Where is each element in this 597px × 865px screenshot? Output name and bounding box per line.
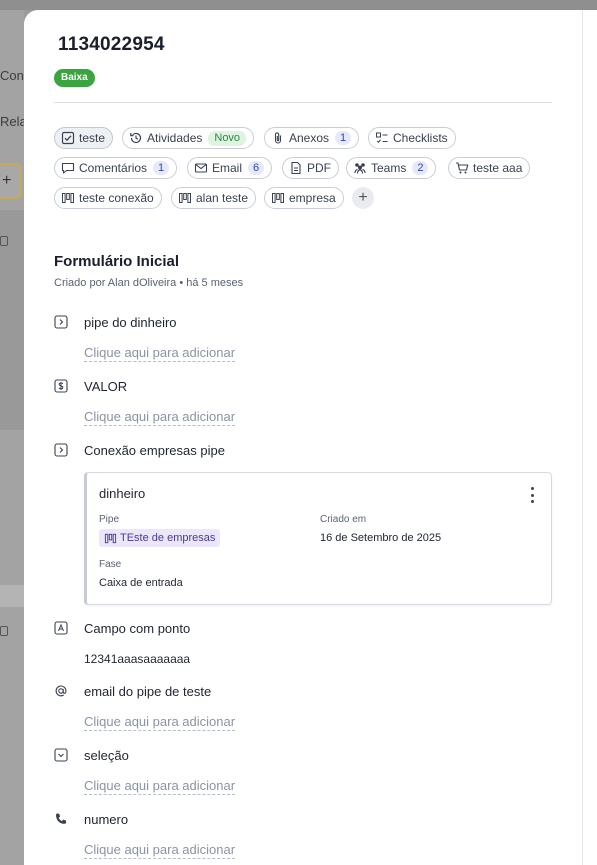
- chip-label: Email: [212, 161, 243, 175]
- background-icon: [0, 236, 8, 246]
- chip-label: PDF: [307, 161, 331, 175]
- checkbox-icon: [61, 131, 75, 145]
- connection-icon: [54, 315, 68, 329]
- chip-label: teste: [79, 131, 106, 145]
- field-label: pipe do dinheiro: [84, 315, 177, 330]
- chip-label: Atividades: [147, 131, 203, 145]
- field-label: VALOR: [84, 379, 128, 394]
- pipe-icon: [104, 533, 117, 543]
- chip-comentarios[interactable]: Comentários 1: [54, 157, 178, 179]
- field-value[interactable]: 12341aaasaaaaaaa: [84, 652, 190, 666]
- history-icon: [129, 131, 143, 145]
- chip-teste-aaa[interactable]: teste aaa: [448, 157, 531, 179]
- chip-label: Checklists: [393, 131, 448, 145]
- priority-badge[interactable]: Baixa: [54, 69, 95, 87]
- text-field-icon: [54, 621, 68, 635]
- chip-checklists[interactable]: Checklists: [368, 127, 456, 149]
- add-value-link[interactable]: Clique aqui para adicionar: [84, 409, 236, 426]
- background-icon: [0, 626, 8, 636]
- connection-icon: [54, 443, 68, 457]
- form-title: Formulário Inicial: [54, 253, 180, 270]
- plus-icon: +: [358, 189, 368, 206]
- background-row: [0, 585, 24, 607]
- chip-anexos[interactable]: Anexos 1: [264, 127, 360, 149]
- add-app-button[interactable]: +: [352, 187, 374, 209]
- pipe-icon: [61, 191, 75, 205]
- phase-value: Caixa de entrada: [99, 577, 183, 589]
- chip-label: Teams: [371, 161, 407, 175]
- field-label: Campo com ponto: [84, 621, 191, 636]
- chip-teste-conexao[interactable]: teste conexão: [54, 187, 162, 209]
- chip-label: Anexos: [289, 131, 330, 145]
- count-badge: 2: [412, 161, 429, 175]
- chip-teams[interactable]: Teams 2: [346, 157, 437, 179]
- comment-icon: [61, 161, 75, 175]
- email-icon: [194, 161, 208, 175]
- created-value: 16 de Setembro de 2025: [320, 532, 442, 544]
- form-meta: Criado por Alan dOliveira • há 5 meses: [54, 277, 244, 289]
- created-label: Criado em: [320, 514, 367, 525]
- add-value-link[interactable]: Clique aqui para adicionar: [84, 714, 236, 731]
- card-title[interactable]: 1134022954: [58, 34, 165, 56]
- background-tab-fragment: Rela: [0, 114, 24, 129]
- field-label: Conexão empresas pipe: [84, 443, 225, 458]
- currency-icon: [54, 379, 68, 393]
- pipe-icon: [178, 191, 192, 205]
- count-badge: 1: [153, 161, 170, 175]
- paperclip-icon: [271, 131, 285, 145]
- background-tab-fragment: Cone: [0, 68, 24, 83]
- connected-card-title[interactable]: dinheiro: [99, 486, 145, 501]
- chip-pdf[interactable]: PDF: [282, 157, 339, 179]
- count-badge: 6: [248, 161, 265, 175]
- card-modal: 1134022954 Baixa teste Atividades Novo A…: [24, 10, 582, 865]
- at-icon: [54, 684, 68, 698]
- chip-alan-teste[interactable]: alan teste: [171, 187, 257, 209]
- chip-label: teste conexão: [79, 191, 154, 205]
- field-label: email do pipe de teste: [84, 684, 212, 699]
- select-icon: [54, 748, 68, 762]
- chip-label: empresa: [289, 191, 336, 205]
- side-panel-edge: [582, 10, 597, 865]
- phase-label: Fase: [99, 559, 122, 570]
- chip-empresa[interactable]: empresa: [264, 187, 344, 209]
- phone-icon: [54, 812, 68, 826]
- chip-email[interactable]: Email 6: [187, 157, 273, 179]
- chip-teste[interactable]: teste: [54, 127, 114, 149]
- cart-icon: [455, 161, 469, 175]
- background-left-panel: Cone Rela +: [0, 10, 24, 865]
- new-badge: Novo: [208, 130, 247, 146]
- add-value-link[interactable]: Clique aqui para adicionar: [84, 778, 236, 795]
- divider: [54, 102, 552, 103]
- connected-card[interactable]: dinheiro Pipe TEste de empresas Criado e…: [84, 472, 552, 605]
- field-label: seleção: [84, 748, 129, 763]
- pipe-label: Pipe: [99, 514, 120, 525]
- chip-label: teste aaa: [473, 161, 523, 175]
- add-value-link[interactable]: Clique aqui para adicionar: [84, 345, 236, 362]
- pipe-icon: [271, 191, 285, 205]
- checklist-icon: [375, 131, 389, 145]
- background-top-bar: [0, 0, 597, 10]
- field-label: numero: [84, 812, 129, 827]
- pdf-icon: [289, 161, 303, 175]
- count-badge: 1: [335, 131, 352, 145]
- chip-label: alan teste: [196, 191, 249, 205]
- chip-label: Comentários: [79, 161, 148, 175]
- kebab-menu-icon[interactable]: [529, 487, 535, 503]
- background-add-button: +: [0, 163, 22, 199]
- teams-icon: [353, 161, 367, 175]
- chip-atividades[interactable]: Atividades Novo: [122, 127, 255, 149]
- add-value-link[interactable]: Clique aqui para adicionar: [84, 842, 236, 859]
- pipe-tag[interactable]: TEste de empresas: [99, 529, 221, 547]
- pipe-name: TEste de empresas: [120, 532, 216, 544]
